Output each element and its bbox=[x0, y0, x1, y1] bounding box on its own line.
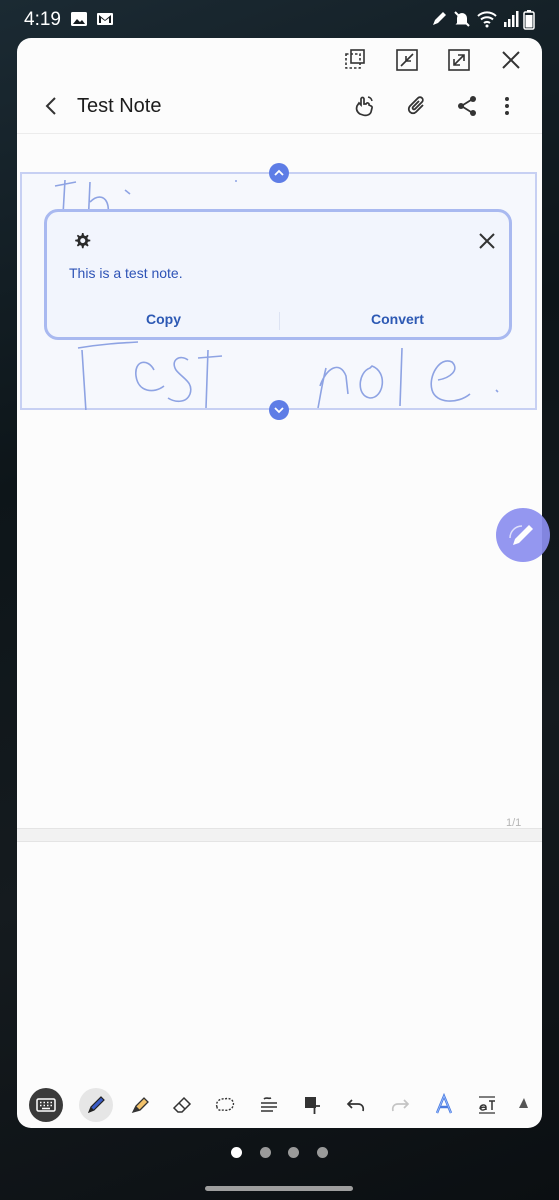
window-resize-icon[interactable] bbox=[343, 48, 367, 72]
conversion-popup: This is a test note. Copy Convert bbox=[44, 209, 512, 340]
style-icon bbox=[435, 1092, 453, 1114]
back-arrow-icon[interactable] bbox=[41, 95, 63, 117]
eraser-icon bbox=[172, 1096, 192, 1113]
pen-icon bbox=[433, 12, 446, 25]
text-box-tool-button[interactable] bbox=[296, 1088, 330, 1122]
style-button[interactable] bbox=[427, 1088, 461, 1122]
note-window: Test Note This is a test note. Copy Conv… bbox=[17, 38, 542, 1128]
button-divider bbox=[279, 312, 280, 330]
convert-button[interactable]: Convert bbox=[371, 311, 424, 327]
straighten-tool-button[interactable] bbox=[252, 1088, 286, 1122]
page-dot[interactable] bbox=[260, 1147, 271, 1158]
gallery-icon bbox=[71, 12, 87, 26]
recognized-text: This is a test note. bbox=[69, 265, 183, 281]
keyboard-button[interactable] bbox=[29, 1088, 63, 1122]
status-time: 4:19 bbox=[24, 9, 61, 30]
page-dot[interactable] bbox=[317, 1147, 328, 1158]
pen-tool-button[interactable] bbox=[79, 1088, 113, 1122]
page-separator bbox=[17, 828, 542, 842]
battery-icon bbox=[523, 10, 535, 30]
text-format-icon bbox=[479, 1096, 495, 1114]
pen-nib-icon bbox=[509, 525, 533, 545]
wifi-icon bbox=[477, 11, 497, 28]
close-icon[interactable] bbox=[499, 48, 523, 72]
redo-button[interactable] bbox=[383, 1088, 417, 1122]
close-popup-icon[interactable] bbox=[477, 231, 497, 251]
status-bar: 4:19 bbox=[0, 0, 559, 40]
page-dots bbox=[0, 1147, 559, 1159]
signal-icon bbox=[504, 11, 519, 27]
share-icon[interactable] bbox=[455, 94, 479, 118]
text-format-button[interactable] bbox=[470, 1088, 504, 1122]
undo-button[interactable] bbox=[339, 1088, 373, 1122]
highlighter-tool-button[interactable] bbox=[123, 1088, 157, 1122]
header-divider bbox=[17, 133, 542, 134]
lasso-tool-button[interactable] bbox=[208, 1088, 242, 1122]
navigation-handle[interactable] bbox=[205, 1186, 353, 1191]
more-tools-icon bbox=[519, 1098, 528, 1108]
floating-pen-button[interactable] bbox=[496, 508, 550, 562]
collapse-up-handle[interactable] bbox=[269, 163, 289, 183]
mute-icon bbox=[454, 11, 470, 27]
pen-icon bbox=[87, 1096, 105, 1114]
eraser-tool-button[interactable] bbox=[165, 1088, 199, 1122]
keyboard-icon bbox=[36, 1098, 56, 1112]
attach-icon[interactable] bbox=[405, 94, 429, 118]
redo-icon bbox=[391, 1099, 410, 1112]
more-icon[interactable] bbox=[495, 94, 519, 118]
maximize-icon[interactable] bbox=[447, 48, 471, 72]
lasso-icon bbox=[215, 1097, 235, 1112]
gear-icon[interactable] bbox=[73, 232, 91, 250]
text-box-icon bbox=[305, 1097, 320, 1114]
more-tools-button[interactable] bbox=[513, 1088, 542, 1122]
expand-down-handle[interactable] bbox=[269, 400, 289, 420]
drawing-toolbar bbox=[17, 1086, 542, 1128]
minimize-icon[interactable] bbox=[395, 48, 419, 72]
hand-touch-icon[interactable] bbox=[352, 94, 376, 118]
page-dot[interactable] bbox=[288, 1147, 299, 1158]
undo-icon bbox=[346, 1099, 365, 1112]
note-title[interactable]: Test Note bbox=[77, 95, 161, 118]
straighten-icon bbox=[261, 1097, 277, 1112]
copy-button[interactable]: Copy bbox=[146, 311, 181, 327]
gmail-icon bbox=[97, 13, 113, 25]
page-dot-active[interactable] bbox=[231, 1147, 242, 1158]
highlighter-icon bbox=[131, 1097, 149, 1114]
